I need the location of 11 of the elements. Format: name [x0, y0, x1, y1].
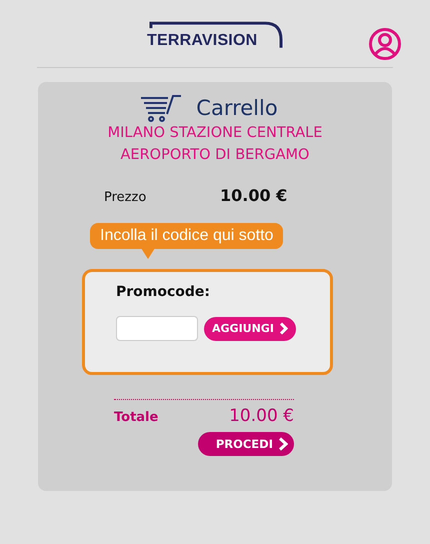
price-label: Prezzo — [104, 190, 148, 205]
route-stop: MILANO STAZIONE CENTRALE — [106, 124, 324, 143]
price-value: 10.00 € — [220, 186, 288, 205]
proceed-button[interactable]: PROCEDI — [198, 432, 294, 456]
promocode-label: Promocode: — [116, 284, 212, 300]
logo[interactable]: TERRAVISION — [147, 32, 258, 50]
route-stop: AEROPORTO DI BERGAMO — [120, 146, 310, 165]
total-label: Totale — [114, 410, 158, 425]
add-button[interactable]: AGGIUNGI — [204, 316, 296, 340]
total-value: 10.00 € — [229, 406, 294, 426]
cart-title: Carrello — [196, 96, 278, 120]
